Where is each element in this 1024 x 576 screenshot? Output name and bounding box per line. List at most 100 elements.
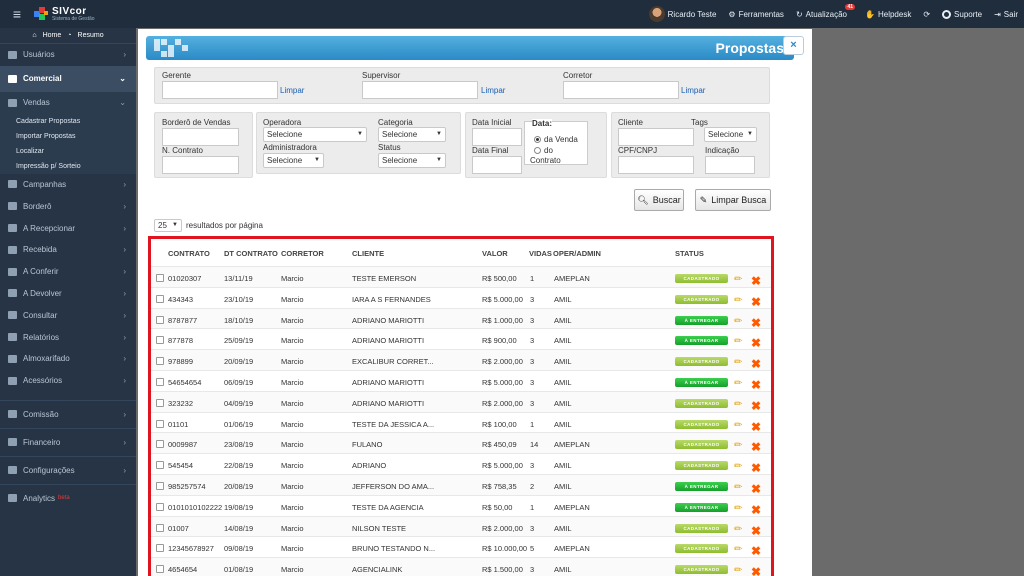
row-checkbox[interactable]: [156, 398, 164, 407]
sidebar-item-configuracoes[interactable]: Configurações ›: [0, 455, 136, 484]
gerente-clear-link[interactable]: Limpar: [280, 86, 304, 95]
row-checkbox[interactable]: [156, 523, 164, 532]
col-corretor[interactable]: CORRETOR: [281, 249, 324, 258]
cell-cliente: ADRIANO MARIOTTI: [352, 378, 425, 387]
clear-search-button[interactable]: ✎ Limpar Busca: [695, 189, 771, 211]
tools-menu[interactable]: ⚙ Ferramentas: [728, 10, 784, 19]
row-checkbox[interactable]: [156, 461, 164, 470]
sidebar-item-recepcionar[interactable]: A Recepcionar ›: [0, 217, 136, 239]
cpf-input[interactable]: [618, 156, 694, 174]
edit-pencil-icon[interactable]: ✏: [734, 357, 742, 368]
logout-link[interactable]: ⇥ Sair: [994, 10, 1018, 19]
radio-da-venda[interactable]: da Venda: [534, 135, 578, 144]
row-checkbox[interactable]: [156, 274, 164, 282]
close-button[interactable]: ×: [783, 36, 804, 55]
operadora-select[interactable]: Selecione: [263, 127, 367, 142]
sidebar-item-bordero[interactable]: Borderô ›: [0, 195, 136, 217]
tags-select[interactable]: Selecione: [704, 127, 757, 142]
sidebar-item-acessorios[interactable]: Acessórios ›: [0, 370, 136, 392]
cogs-icon: [8, 466, 17, 475]
cell-vidas: 3: [530, 398, 535, 408]
col-dt-contrato[interactable]: DT CONTRATO: [224, 249, 278, 258]
edit-pencil-icon[interactable]: ✏: [734, 503, 742, 514]
row-checkbox[interactable]: [156, 544, 164, 553]
sidebar-item-almoxarifado[interactable]: Almoxarifado ›: [0, 348, 136, 370]
logo[interactable]: SIVcor Sistema de Gestão: [34, 6, 95, 22]
cell-contrato: 01007: [168, 523, 189, 533]
updates-menu[interactable]: ↻ Atualização 41: [796, 3, 855, 19]
edit-pencil-icon[interactable]: ✏: [734, 378, 742, 389]
col-contrato[interactable]: CONTRATO: [168, 249, 210, 258]
contrato-input[interactable]: [162, 156, 239, 174]
row-checkbox[interactable]: [156, 378, 164, 386]
col-oper-admin[interactable]: OPER/ADMIN: [553, 249, 601, 258]
status-select[interactable]: Selecione: [378, 153, 446, 168]
sidebar-item-consultar[interactable]: Consultar ›: [0, 304, 136, 326]
categoria-select[interactable]: Selecione: [378, 127, 446, 142]
col-valor[interactable]: VALOR: [482, 249, 508, 258]
edit-pencil-icon[interactable]: ✏: [734, 336, 742, 347]
row-checkbox[interactable]: [156, 315, 164, 324]
edit-pencil-icon[interactable]: ✏: [734, 420, 742, 431]
sidebar-sub-cadastrar[interactable]: Cadastrar Propostas: [0, 114, 136, 129]
resumo-label: Resumo: [77, 32, 104, 39]
row-checkbox[interactable]: [156, 419, 164, 428]
col-status[interactable]: STATUS: [675, 249, 704, 258]
administradora-select[interactable]: Selecione: [263, 153, 324, 168]
sidebar-item-comissao[interactable]: Comissão ›: [0, 399, 136, 428]
support-link[interactable]: Suporte: [942, 9, 982, 19]
sidebar-item-usuarios[interactable]: Usuários ›: [0, 44, 136, 66]
col-cliente[interactable]: CLIENTE: [352, 249, 384, 258]
row-checkbox[interactable]: [156, 440, 164, 449]
sync-button[interactable]: ⟳: [923, 10, 930, 19]
bordero-input[interactable]: [162, 128, 239, 146]
sidebar-item-campanhas[interactable]: Campanhas ›: [0, 174, 136, 196]
helpdesk-link[interactable]: ✋ Helpdesk: [865, 10, 911, 19]
row-checkbox[interactable]: [156, 482, 164, 490]
sidebar-sub-importar[interactable]: Importar Propostas: [0, 129, 136, 144]
gerente-input[interactable]: [162, 81, 278, 99]
sidebar-sub-impressao[interactable]: Impressão p/ Sorteio: [0, 159, 136, 174]
cliente-input[interactable]: [618, 128, 694, 146]
edit-pencil-icon[interactable]: ✏: [734, 440, 742, 451]
row-checkbox[interactable]: [156, 502, 164, 511]
row-checkbox[interactable]: [156, 565, 164, 574]
per-page-select[interactable]: 25: [154, 219, 182, 232]
sidebar-item-analytics[interactable]: Analytics beta: [0, 483, 136, 512]
sidebar-item-comercial[interactable]: Comercial ⌄: [0, 65, 136, 92]
edit-pencil-icon[interactable]: ✏: [734, 399, 742, 410]
hamburger-icon[interactable]: ≡: [0, 6, 34, 22]
row-checkbox[interactable]: [156, 357, 164, 366]
sidebar-item-recebida[interactable]: Recebida ›: [0, 239, 136, 261]
edit-pencil-icon[interactable]: ✏: [734, 316, 742, 327]
edit-pencil-icon[interactable]: ✏: [734, 274, 742, 285]
edit-pencil-icon[interactable]: ✏: [734, 544, 742, 555]
sidebar-sub-localizar[interactable]: Localizar: [0, 144, 136, 159]
user-menu[interactable]: Ricardo Teste: [648, 6, 716, 22]
data-final-input[interactable]: [472, 156, 522, 174]
data-inicial-input[interactable]: [472, 128, 522, 146]
supervisor-input[interactable]: [362, 81, 478, 99]
sidebar-item-devolver[interactable]: A Devolver ›: [0, 283, 136, 305]
edit-pencil-icon[interactable]: ✏: [734, 295, 742, 306]
row-checkbox[interactable]: [156, 294, 164, 303]
edit-pencil-icon[interactable]: ✏: [734, 524, 742, 535]
indicacao-input[interactable]: [705, 156, 755, 174]
edit-pencil-icon[interactable]: ✏: [734, 565, 742, 576]
row-checkbox[interactable]: [156, 336, 164, 345]
corretor-input[interactable]: [563, 81, 679, 99]
sidebar-home[interactable]: ⌂ Home ◔ Resumo: [0, 28, 136, 44]
corretor-clear-link[interactable]: Limpar: [681, 86, 705, 95]
delete-x-icon[interactable]: ✖: [751, 565, 761, 576]
sidebar-item-vendas[interactable]: Vendas ⌄: [0, 92, 136, 114]
search-button[interactable]: 🔍︎ Buscar: [634, 189, 684, 211]
cell-oper: AMIL: [554, 461, 572, 471]
sidebar-item-conferir[interactable]: A Conferir ›: [0, 261, 136, 283]
col-vidas[interactable]: VIDAS: [529, 249, 552, 258]
edit-pencil-icon[interactable]: ✏: [734, 482, 742, 493]
sidebar-item-relatorios[interactable]: Relatórios ›: [0, 326, 136, 348]
supervisor-clear-link[interactable]: Limpar: [481, 86, 505, 95]
sidebar-item-financeiro[interactable]: Financeiro ›: [0, 427, 136, 456]
radio-do-contrato[interactable]: do: [534, 146, 553, 155]
edit-pencil-icon[interactable]: ✏: [734, 461, 742, 472]
